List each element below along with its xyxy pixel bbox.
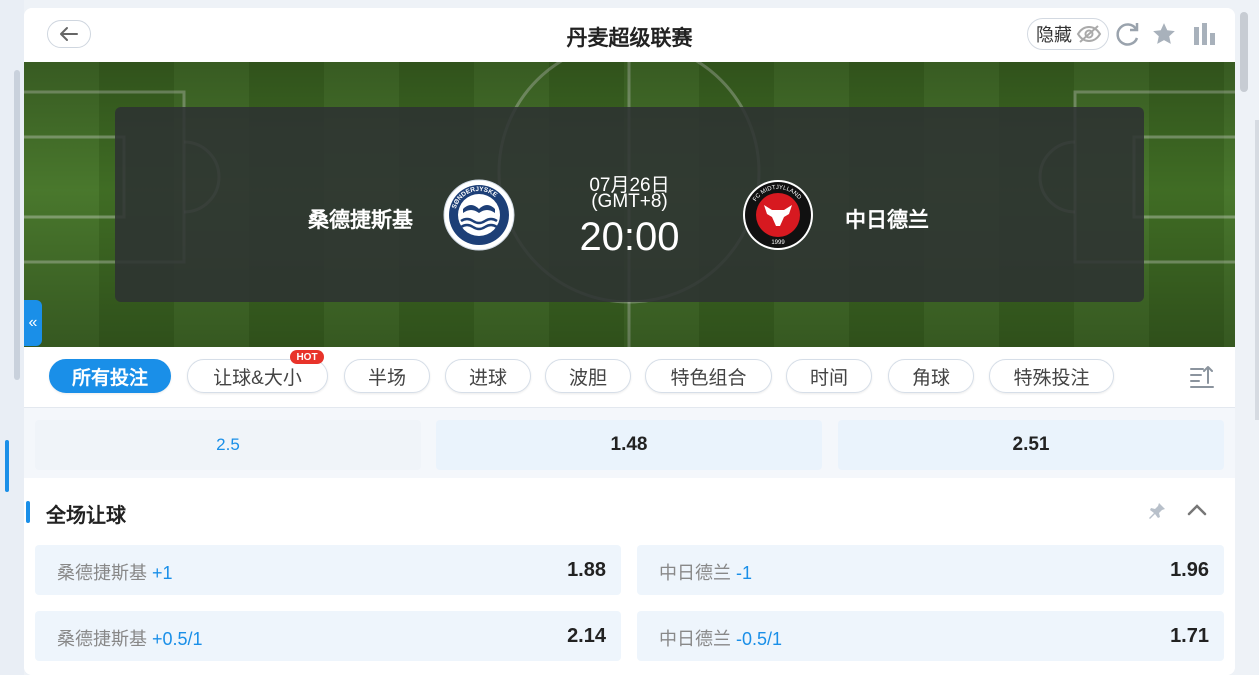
stats-icon [1194,23,1215,45]
tab-half-time[interactable]: 半场 [344,359,430,393]
match-timezone: (GMT+8) [591,191,668,212]
bet-label: 桑德捷斯基 +0.5/1 [57,625,203,651]
match-hero: 桑德捷斯基 SØNDERJYSKE 07月26日 (GMT+8) 20:00 F… [24,62,1235,347]
top-bar: 丹麦超级联赛 隐藏 [24,8,1235,62]
bet-handicap: -0.5/1 [736,629,783,649]
away-team-name: 中日德兰 [845,209,929,232]
away-crest-year: 1999 [771,240,785,246]
bet-handicap: +0.5/1 [152,629,203,649]
away-team-crest: FC MIDTJYLLAND 1999 [743,180,813,250]
tab-handicap-overunder[interactable]: 让球&大小 [187,359,328,393]
sort-icon[interactable] [1189,363,1215,389]
match-time: 20:00 [579,215,680,259]
favorite-button[interactable] [1149,19,1179,49]
left-scrollbar[interactable] [14,70,20,380]
bet-odds: 1.96 [1170,559,1209,581]
line-value: 2.5 [35,420,421,470]
bet-handicap: -1 [736,563,753,583]
overunder-odds-row: 2.5 1.48 2.51 [24,408,1235,478]
hide-button[interactable]: 隐藏 [1027,18,1109,50]
right-scroll-track [1255,120,1259,420]
collapse-left-icon: « [28,314,38,331]
match-card: 桑德捷斯基 SØNDERJYSKE 07月26日 (GMT+8) 20:00 F… [115,107,1144,302]
collapse-left-button[interactable]: « [24,300,42,346]
left-active-indicator [5,440,9,492]
bet-label: 中日德兰 -1 [659,559,752,585]
section-title: 全场让球 [46,505,126,527]
bet-team: 桑德捷斯基 [57,563,147,583]
refresh-button[interactable] [1113,19,1143,49]
tab-time[interactable]: 时间 [786,359,872,393]
pin-icon[interactable] [1148,502,1166,520]
refresh-icon [1116,23,1139,46]
bet-away-minus1[interactable]: 中日德兰 -1 1.96 [637,545,1224,595]
bet-team: 中日德兰 [659,563,731,583]
bet-away-minus-half-one[interactable]: 中日德兰 -0.5/1 1.71 [637,611,1224,661]
bet-team: 桑德捷斯基 [57,629,147,649]
eye-off-icon [1076,25,1102,43]
bet-tabs: 所有投注 让球&大小 HOT 半场 进球 波胆 特色组合 时间 角球 特殊投注 [24,347,1235,408]
tab-special-bets[interactable]: 特殊投注 [989,359,1114,393]
tab-corners[interactable]: 角球 [888,359,974,393]
tab-special-combo[interactable]: 特色组合 [645,359,772,393]
bet-odds: 1.88 [567,559,606,581]
bet-home-plus-half-one[interactable]: 桑德捷斯基 +0.5/1 2.14 [35,611,621,661]
bet-odds: 2.14 [567,625,606,647]
bet-odds: 1.71 [1170,625,1209,647]
match-panel: 丹麦超级联赛 隐藏 桑德捷斯基 SØNDERJYSKE 07月26日 (GMT+… [24,8,1235,675]
full-time-handicap-section: 全场让球 桑德捷斯基 +1 1.88 中日德兰 -1 1.96 桑德捷斯基 +0… [24,486,1235,675]
star-icon [1153,23,1175,44]
hot-badge: HOT [290,350,324,364]
bet-team: 中日德兰 [659,629,731,649]
tab-goals[interactable]: 进球 [445,359,531,393]
left-sidebar-strip [0,0,24,675]
stats-button[interactable] [1190,19,1220,49]
bet-home-plus1[interactable]: 桑德捷斯基 +1 1.88 [35,545,621,595]
hide-label: 隐藏 [1036,25,1072,45]
tab-all-bets[interactable]: 所有投注 [49,359,171,393]
under-odds-button[interactable]: 2.51 [838,420,1224,470]
bet-handicap: +1 [152,563,173,583]
right-scrollbar[interactable] [1240,12,1248,92]
bet-label: 桑德捷斯基 +1 [57,559,173,585]
section-accent-bar [26,501,30,523]
tab-correct-score[interactable]: 波胆 [545,359,631,393]
chevron-up-icon[interactable] [1186,502,1208,518]
bet-label: 中日德兰 -0.5/1 [659,625,782,651]
over-odds-button[interactable]: 1.48 [436,420,822,470]
